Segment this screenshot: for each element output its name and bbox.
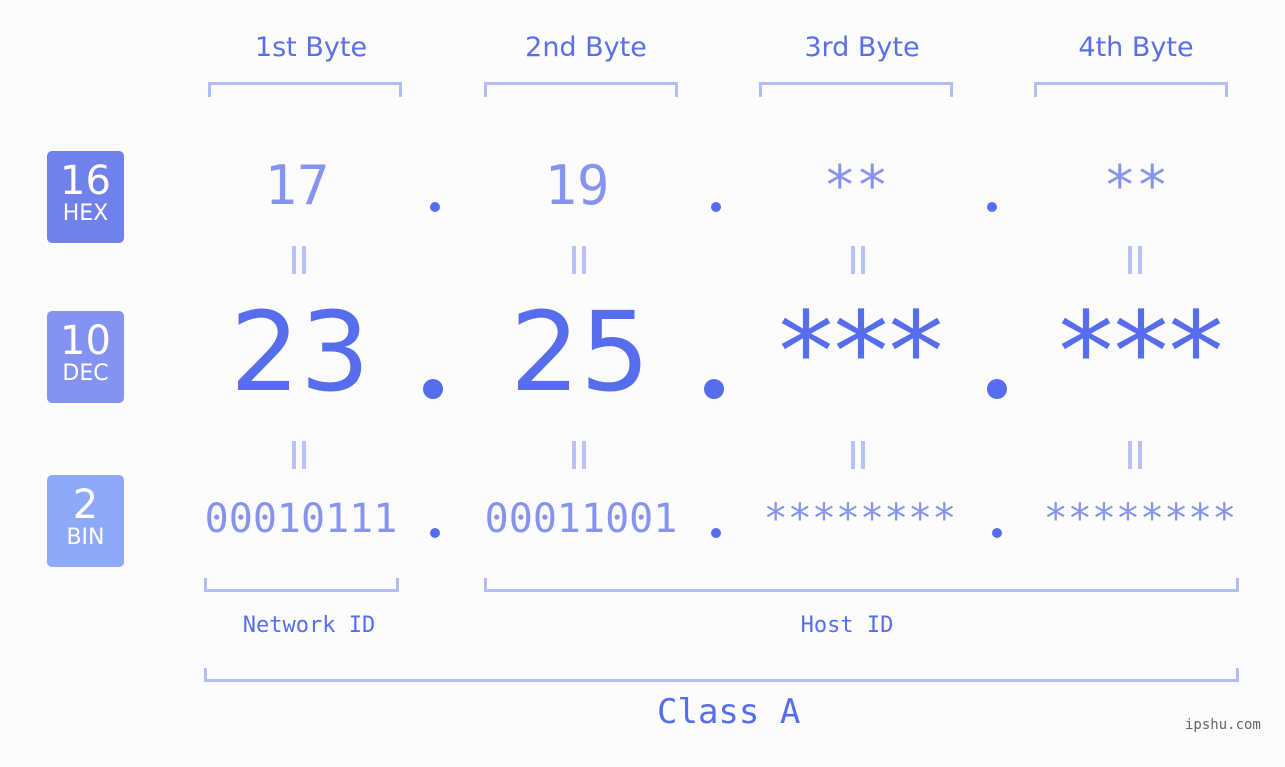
class-bracket	[204, 668, 1239, 682]
byte-header-4: 4th Byte	[1078, 32, 1194, 63]
host-id-bracket	[484, 578, 1239, 592]
bin-base-label: BIN	[66, 525, 105, 550]
dec-byte-2: 25	[510, 288, 650, 416]
hex-base-label: HEX	[62, 201, 109, 226]
bin-byte-1: 00010111	[204, 496, 398, 542]
equals-icon	[572, 246, 586, 274]
byte-bracket-1	[208, 82, 402, 97]
dec-byte-3: ***	[778, 288, 944, 416]
dec-badge: 10 DEC	[47, 311, 124, 403]
equals-icon	[851, 441, 865, 469]
hex-badge: 16 HEX	[47, 151, 124, 243]
bin-byte-2: 00011001	[484, 496, 678, 542]
byte-bracket-2	[484, 82, 678, 97]
bin-byte-4: ********	[1043, 496, 1237, 542]
bin-byte-3: ********	[763, 496, 957, 542]
hex-dot-2	[711, 202, 721, 212]
equals-icon	[292, 246, 306, 274]
equals-icon	[572, 441, 586, 469]
network-id-label: Network ID	[242, 613, 376, 638]
bin-dot-1	[430, 528, 440, 538]
byte-bracket-3	[759, 82, 953, 97]
hex-base-number: 16	[60, 158, 111, 204]
equals-icon	[1128, 246, 1142, 274]
dec-dot-3	[987, 379, 1007, 399]
bin-badge: 2 BIN	[47, 475, 124, 567]
dec-byte-4: ***	[1058, 288, 1224, 416]
class-label: Class A	[657, 692, 801, 732]
bin-dot-2	[711, 528, 721, 538]
hex-byte-2: 19	[544, 154, 610, 217]
dec-byte-1: 23	[230, 288, 370, 416]
byte-header-2: 2nd Byte	[525, 32, 647, 63]
dec-dot-1	[423, 379, 443, 399]
hex-byte-3: **	[823, 154, 889, 217]
hex-byte-1: 17	[264, 154, 330, 217]
bin-base-number: 2	[72, 482, 99, 528]
dec-base-label: DEC	[62, 361, 109, 386]
dec-base-number: 10	[60, 318, 111, 364]
bin-dot-3	[992, 528, 1002, 538]
equals-icon	[1128, 441, 1142, 469]
hex-dot-1	[430, 202, 440, 212]
byte-bracket-4	[1034, 82, 1228, 97]
byte-header-3: 3rd Byte	[804, 32, 920, 63]
equals-icon	[851, 246, 865, 274]
watermark: ipshu.com	[1185, 717, 1261, 733]
network-id-bracket	[204, 578, 399, 592]
hex-byte-4: **	[1103, 154, 1169, 217]
hex-dot-3	[987, 202, 997, 212]
byte-header-1: 1st Byte	[254, 32, 368, 63]
dec-dot-2	[704, 379, 724, 399]
host-id-label: Host ID	[800, 613, 894, 638]
equals-icon	[292, 441, 306, 469]
